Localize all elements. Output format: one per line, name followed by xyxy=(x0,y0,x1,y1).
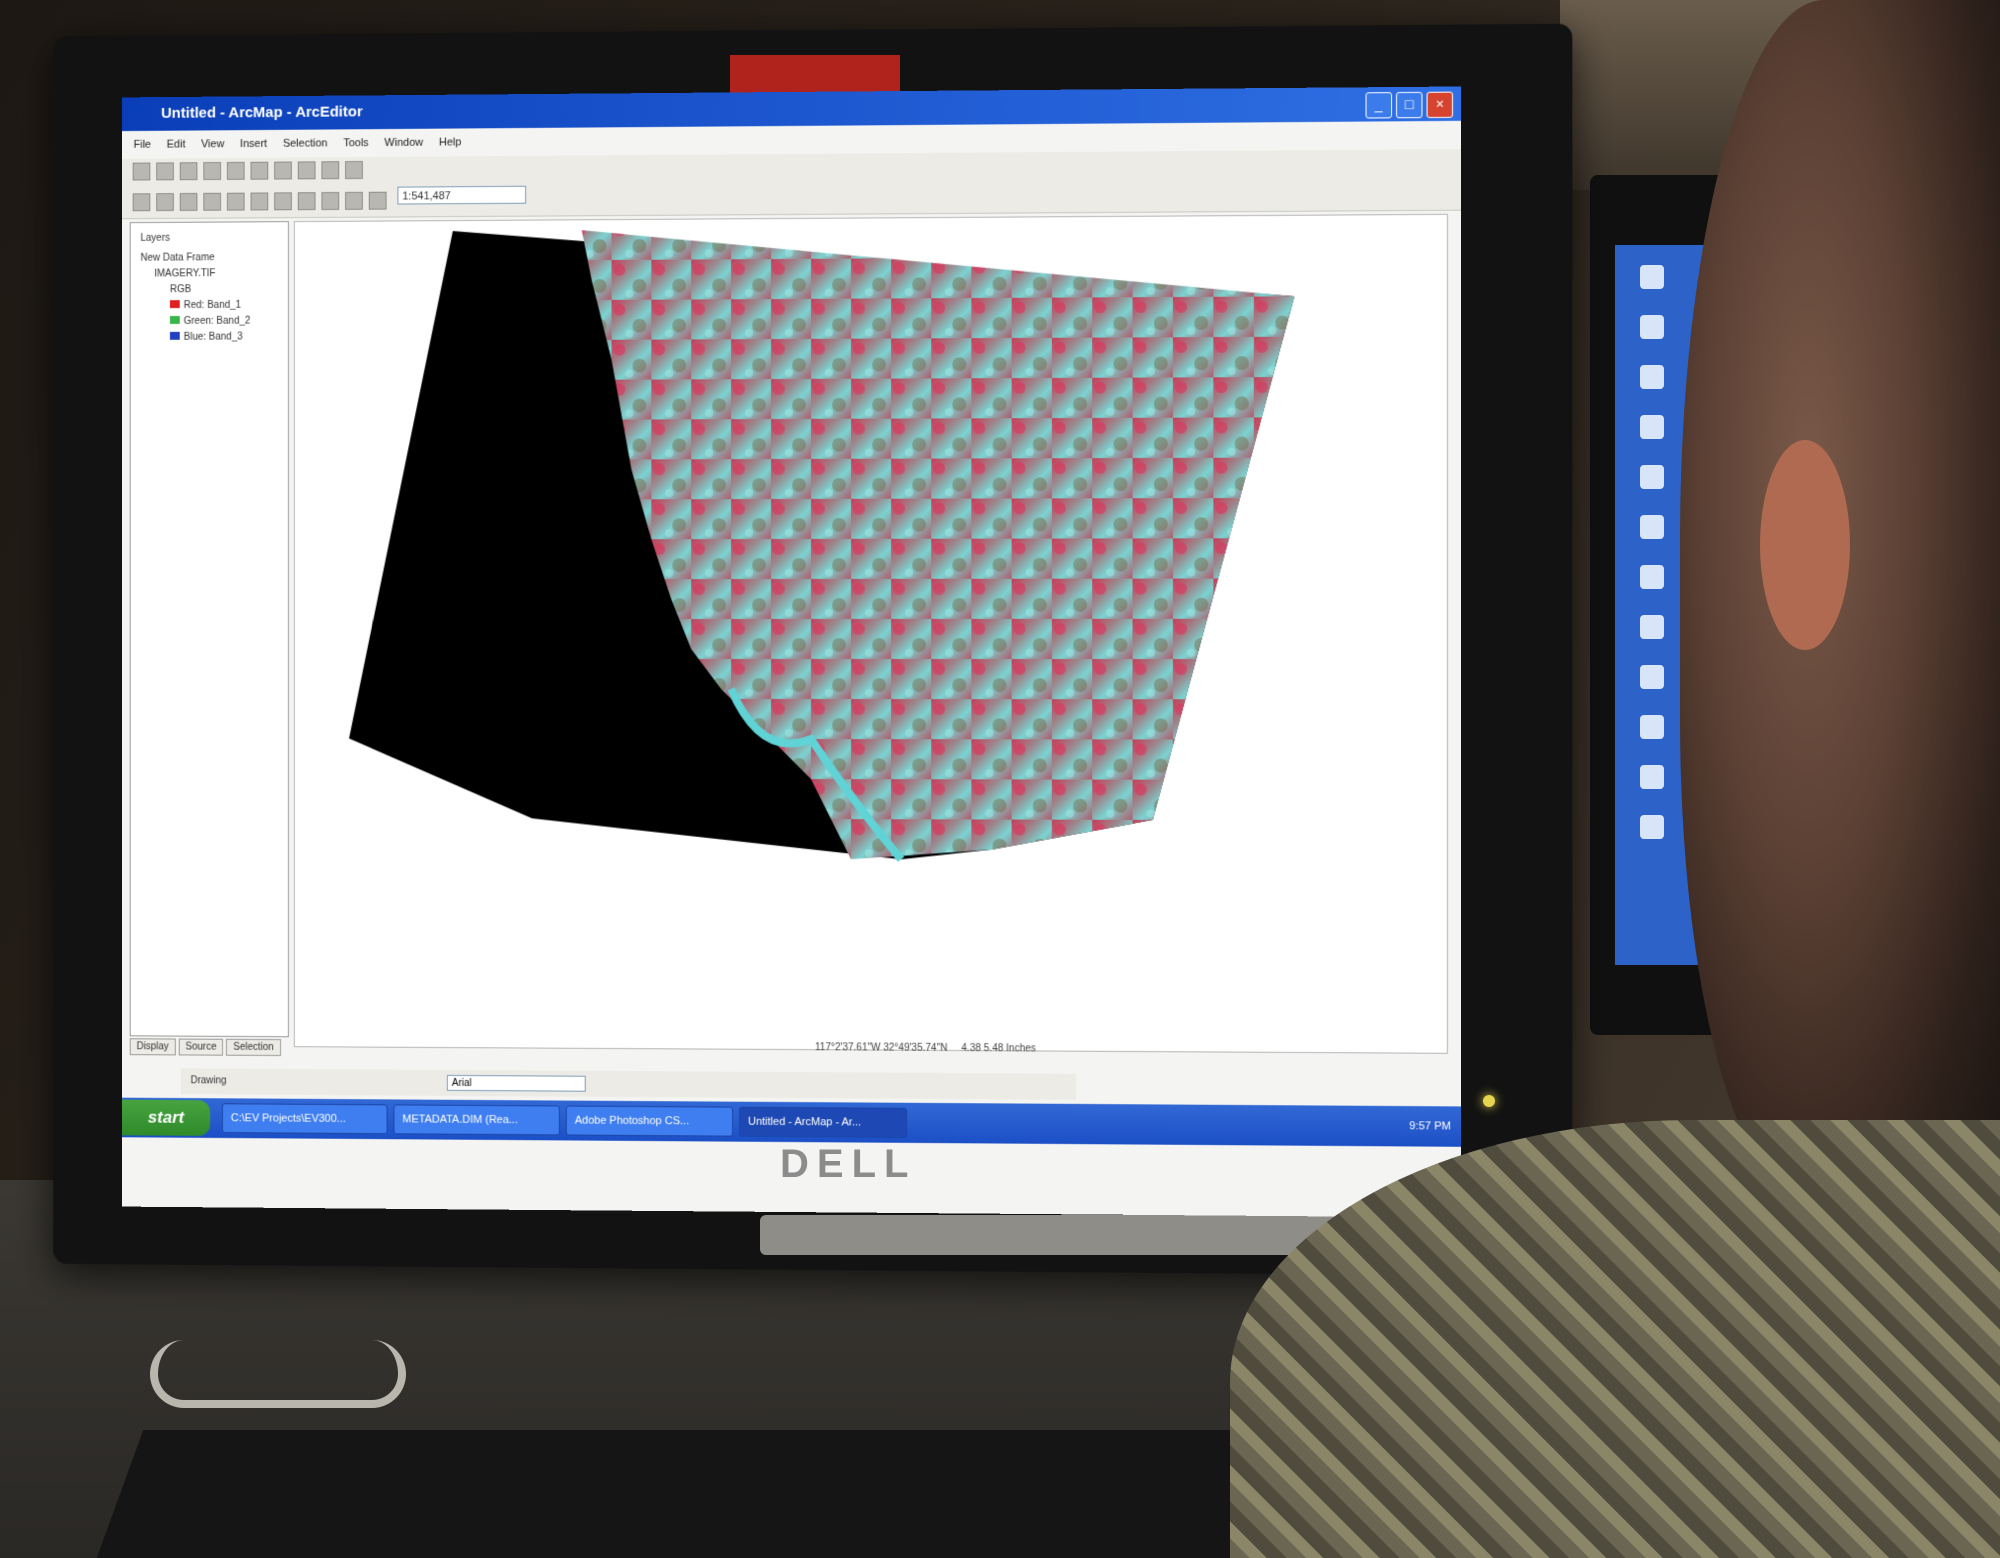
desktop-icon[interactable] xyxy=(1640,465,1664,489)
toc-band-red[interactable]: Red: Band_1 xyxy=(169,299,242,312)
zoom-in-icon[interactable] xyxy=(132,162,151,181)
map-view[interactable] xyxy=(293,213,1448,1054)
fixed-zoom-in-icon[interactable] xyxy=(226,161,245,180)
desktop-icon[interactable] xyxy=(1640,765,1664,789)
copy-icon[interactable] xyxy=(250,192,269,211)
toc-tabs: Display Source Selection xyxy=(129,1038,281,1057)
tab-display[interactable]: Display xyxy=(129,1038,176,1056)
toc-data-frame[interactable]: New Data Frame xyxy=(140,252,214,263)
arcmap-screen: Untitled - ArcMap - ArcEditor _ □ × File… xyxy=(121,86,1462,1218)
toc-rgb-label: RGB xyxy=(169,284,192,296)
full-extent-icon[interactable] xyxy=(203,162,222,181)
toc-root[interactable]: Layers xyxy=(140,233,169,244)
desktop-icon[interactable] xyxy=(1640,665,1664,689)
menu-insert[interactable]: Insert xyxy=(240,132,267,156)
map-scale-input[interactable]: 1:541,487 xyxy=(397,185,527,205)
print-icon[interactable] xyxy=(203,192,222,211)
status-coordinates: 117°2'37.61"W 32°49'35.74"N xyxy=(814,1042,948,1054)
status-page-units: 4.38 5.48 Inches xyxy=(961,1043,1036,1055)
status-bar: 117°2'37.61"W 32°49'35.74"N 4.38 5.48 In… xyxy=(815,1038,1420,1062)
desktop-icon[interactable] xyxy=(1640,515,1664,539)
select-features-icon[interactable] xyxy=(345,161,363,180)
toolbar xyxy=(121,149,1462,220)
taskbar-item[interactable]: Adobe Photoshop CS... xyxy=(565,1105,734,1137)
menu-file[interactable]: File xyxy=(134,133,151,157)
taskbar-item[interactable]: METADATA.DIM (Rea... xyxy=(393,1104,560,1136)
redo-icon[interactable] xyxy=(345,191,363,210)
band-label: Red: Band_1 xyxy=(183,299,242,312)
menu-help[interactable]: Help xyxy=(439,130,461,154)
window-controls: _ □ × xyxy=(1365,91,1454,119)
desktop-icon[interactable] xyxy=(1640,315,1664,339)
satellite-image xyxy=(349,225,1295,1053)
taskbar-item-arcmap[interactable]: Untitled - ArcMap - Ar... xyxy=(739,1106,908,1138)
window-title: Untitled - ArcMap - ArcEditor xyxy=(161,103,363,122)
table-of-contents: Layers New Data Frame IMAGERY.TIF RGB Re… xyxy=(129,221,289,1038)
taskbar-item[interactable]: C:\EV Projects\EV300... xyxy=(221,1103,388,1135)
taskbar: start C:\EV Projects\EV300... METADATA.D… xyxy=(121,1097,1462,1147)
desktop-icon[interactable] xyxy=(1640,365,1664,389)
back-extent-icon[interactable] xyxy=(274,161,292,180)
identify-icon[interactable] xyxy=(321,161,340,180)
minimize-button[interactable]: _ xyxy=(1365,92,1392,119)
dell-logo: DELL xyxy=(780,1142,917,1186)
font-select[interactable]: Arial xyxy=(446,1074,586,1092)
toc-layer[interactable]: IMAGERY.TIF xyxy=(154,268,215,279)
green-swatch xyxy=(169,315,180,324)
save-icon[interactable] xyxy=(179,192,198,211)
tab-source[interactable]: Source xyxy=(178,1038,224,1056)
pan-icon[interactable] xyxy=(179,162,198,181)
desktop-icon[interactable] xyxy=(1640,615,1664,639)
paste-icon[interactable] xyxy=(274,192,292,211)
desktop-icon[interactable] xyxy=(1640,265,1664,289)
menu-selection[interactable]: Selection xyxy=(283,131,328,155)
delete-icon[interactable] xyxy=(297,192,316,211)
open-folder-icon[interactable] xyxy=(156,193,174,212)
red-swatch xyxy=(169,300,180,309)
person-ear xyxy=(1760,440,1850,650)
tray-clock: 9:57 PM xyxy=(1409,1120,1451,1133)
menu-edit[interactable]: Edit xyxy=(167,133,186,157)
close-button[interactable]: × xyxy=(1426,91,1454,119)
fixed-zoom-out-icon[interactable] xyxy=(250,161,269,180)
toc-band-blue[interactable]: Blue: Band_3 xyxy=(169,331,243,343)
drawing-menu[interactable]: Drawing xyxy=(191,1075,227,1086)
toc-band-green[interactable]: Green: Band_2 xyxy=(169,315,251,327)
add-data-icon[interactable] xyxy=(368,191,387,210)
menu-tools[interactable]: Tools xyxy=(343,131,368,155)
menu-view[interactable]: View xyxy=(201,132,224,156)
drawing-toolbar: Drawing xyxy=(180,1068,1077,1100)
band-label: Green: Band_2 xyxy=(183,315,251,327)
maximize-button[interactable]: □ xyxy=(1396,91,1423,119)
desktop-icon[interactable] xyxy=(1640,415,1664,439)
new-document-icon[interactable] xyxy=(132,193,151,212)
tab-selection[interactable]: Selection xyxy=(226,1038,281,1057)
desktop-icon[interactable] xyxy=(1640,565,1664,589)
usb-cable xyxy=(150,1340,406,1408)
forward-extent-icon[interactable] xyxy=(297,161,316,180)
desktop-icon[interactable] xyxy=(1640,715,1664,739)
band-label: Blue: Band_3 xyxy=(183,331,243,343)
start-button[interactable]: start xyxy=(121,1099,211,1136)
undo-icon[interactable] xyxy=(321,192,340,211)
menu-window[interactable]: Window xyxy=(384,131,423,155)
zoom-out-icon[interactable] xyxy=(156,162,174,181)
blue-swatch xyxy=(169,331,180,340)
power-led xyxy=(1483,1095,1495,1107)
desktop-icon[interactable] xyxy=(1640,815,1664,839)
cut-icon[interactable] xyxy=(226,192,245,211)
